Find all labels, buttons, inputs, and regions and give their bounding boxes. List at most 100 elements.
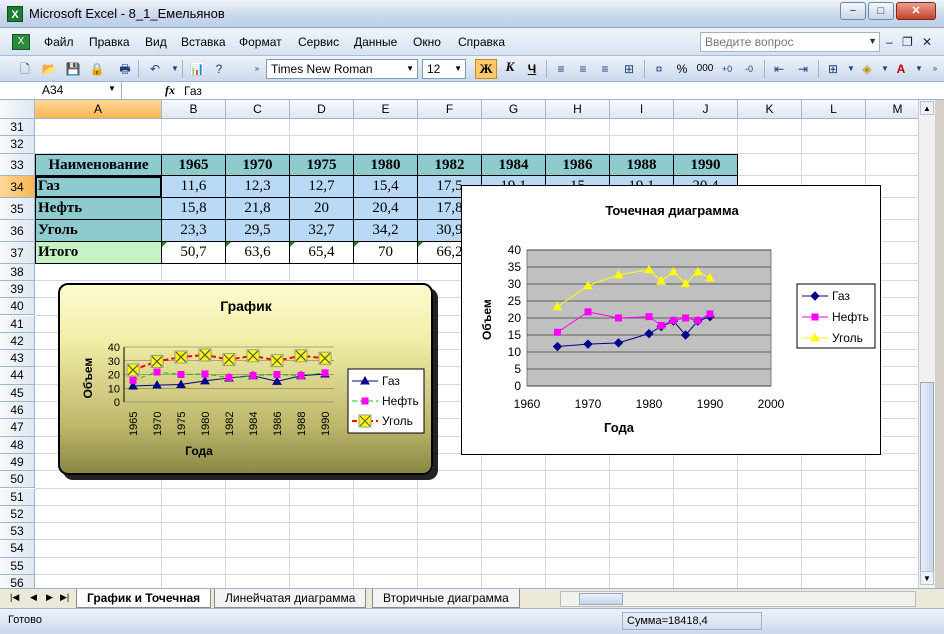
total-cell[interactable]: 70 bbox=[354, 241, 418, 264]
table-row-label[interactable]: Уголь bbox=[35, 219, 162, 242]
row-header-40[interactable]: 40 bbox=[0, 298, 35, 316]
horizontal-scroll-thumb[interactable] bbox=[579, 593, 623, 605]
name-box[interactable]: A34 bbox=[0, 82, 122, 100]
table-header-year[interactable]: 1970 bbox=[226, 153, 290, 176]
column-header-m[interactable]: M bbox=[866, 100, 918, 119]
align-right-icon[interactable]: ≡ bbox=[596, 60, 614, 78]
row-header-31[interactable]: 31 bbox=[0, 119, 35, 137]
select-all-corner[interactable] bbox=[0, 100, 35, 119]
table-cell[interactable]: 20 bbox=[290, 197, 354, 220]
underline-button[interactable]: Ч bbox=[522, 59, 542, 79]
table-header-year[interactable]: 1986 bbox=[546, 153, 610, 176]
column-header-d[interactable]: D bbox=[290, 100, 354, 119]
permission-icon[interactable]: 🔒 bbox=[88, 60, 106, 78]
open-folder-icon[interactable]: 📂 bbox=[40, 60, 58, 78]
prev-sheet-icon[interactable]: ◀ bbox=[30, 592, 37, 603]
total-cell[interactable]: 50,7 bbox=[162, 241, 226, 264]
first-sheet-icon[interactable]: |◀ bbox=[10, 592, 19, 603]
help-question-box[interactable]: ▼ bbox=[700, 32, 880, 52]
column-header-c[interactable]: C bbox=[226, 100, 290, 119]
row-header-35[interactable]: 35 bbox=[0, 197, 35, 220]
row-header-52[interactable]: 52 bbox=[0, 505, 35, 524]
toolbar-options-icon[interactable]: » bbox=[248, 60, 266, 78]
row-header-34[interactable]: 34 bbox=[0, 175, 35, 198]
column-header-i[interactable]: I bbox=[610, 100, 674, 119]
row-header-45[interactable]: 45 bbox=[0, 384, 35, 402]
increase-indent-icon[interactable]: ⇥ bbox=[794, 60, 812, 78]
align-left-icon[interactable]: ≡ bbox=[552, 60, 570, 78]
column-header-f[interactable]: F bbox=[418, 100, 482, 119]
table-cell[interactable]: 12,3 bbox=[226, 175, 290, 198]
column-header-e[interactable]: E bbox=[354, 100, 418, 119]
font-color-icon[interactable]: A bbox=[892, 60, 910, 78]
table-cell[interactable]: 34,2 bbox=[354, 219, 418, 242]
help-icon[interactable]: ? bbox=[210, 60, 228, 78]
table-cell[interactable]: 32,7 bbox=[290, 219, 354, 242]
fill-color-icon[interactable]: ◈ bbox=[858, 60, 876, 78]
table-header-year[interactable]: 1990 bbox=[674, 153, 738, 176]
font-dropdown-icon[interactable]: ▼ bbox=[406, 64, 414, 73]
row-header-37[interactable]: 37 bbox=[0, 241, 35, 264]
maximize-button[interactable]: □ bbox=[868, 2, 894, 20]
menu-insert[interactable]: Вставка bbox=[181, 35, 226, 49]
total-cell[interactable]: 63,6 bbox=[226, 241, 290, 264]
row-header-33[interactable]: 33 bbox=[0, 153, 35, 176]
name-box-dropdown-icon[interactable]: ▼ bbox=[108, 84, 116, 93]
doc-minimize-button[interactable]: ‒ bbox=[886, 35, 893, 49]
menu-window[interactable]: Окно bbox=[413, 35, 441, 49]
row-header-46[interactable]: 46 bbox=[0, 402, 35, 420]
table-cell[interactable]: 11,6 bbox=[162, 175, 226, 198]
column-header-j[interactable]: J bbox=[674, 100, 738, 119]
table-header-year[interactable]: 1988 bbox=[610, 153, 674, 176]
column-header-g[interactable]: G bbox=[482, 100, 546, 119]
table-header-name[interactable]: Наименование bbox=[35, 153, 162, 176]
table-cell[interactable]: 15,8 bbox=[162, 197, 226, 220]
table-header-year[interactable]: 1965 bbox=[162, 153, 226, 176]
font-size-select[interactable]: 12 ▼ bbox=[422, 59, 466, 79]
insert-function-icon[interactable]: fx bbox=[165, 83, 175, 98]
column-header-h[interactable]: H bbox=[546, 100, 610, 119]
sheet-tab-2[interactable]: Линейчатая диаграмма bbox=[214, 589, 367, 608]
table-cell[interactable]: 23,3 bbox=[162, 219, 226, 242]
column-header-l[interactable]: L bbox=[802, 100, 866, 119]
horizontal-scrollbar[interactable] bbox=[560, 591, 916, 607]
table-header-year[interactable]: 1975 bbox=[290, 153, 354, 176]
sheet-tab-1[interactable]: График и Точечная bbox=[76, 589, 212, 608]
menu-help[interactable]: Справка bbox=[458, 35, 505, 49]
table-cell[interactable]: 12,7 bbox=[290, 175, 354, 198]
table-row-label[interactable]: Газ bbox=[35, 175, 162, 198]
column-header-k[interactable]: K bbox=[738, 100, 802, 119]
currency-icon[interactable]: ¤ bbox=[650, 60, 668, 78]
workbook-icon[interactable]: X bbox=[12, 34, 30, 50]
doc-close-button[interactable]: ✕ bbox=[922, 35, 932, 49]
table-cell[interactable]: 29,5 bbox=[226, 219, 290, 242]
table-header-year[interactable]: 1984 bbox=[482, 153, 546, 176]
vertical-scroll-thumb[interactable] bbox=[920, 382, 934, 572]
table-cell[interactable]: 15,4 bbox=[354, 175, 418, 198]
help-question-input[interactable] bbox=[701, 33, 861, 51]
menu-file[interactable]: Файл bbox=[44, 35, 74, 49]
row-header-44[interactable]: 44 bbox=[0, 367, 35, 385]
menu-view[interactable]: Вид bbox=[145, 35, 167, 49]
decrease-decimal-icon[interactable]: -0 bbox=[740, 60, 758, 78]
thousands-button[interactable]: 000 bbox=[694, 59, 716, 79]
total-cell[interactable]: 65,4 bbox=[290, 241, 354, 264]
italic-button[interactable]: К bbox=[500, 59, 520, 79]
menu-edit[interactable]: Правка bbox=[89, 35, 130, 49]
menu-data[interactable]: Данные bbox=[354, 35, 397, 49]
toolbar-more-icon[interactable]: » bbox=[926, 60, 944, 78]
font-name-select[interactable]: Times New Roman ▼ bbox=[266, 59, 418, 79]
borders-icon[interactable]: ⊞ bbox=[824, 60, 842, 78]
row-header-51[interactable]: 51 bbox=[0, 488, 35, 506]
table-row-label[interactable]: Нефть bbox=[35, 197, 162, 220]
column-header-b[interactable]: B bbox=[162, 100, 226, 119]
row-header-39[interactable]: 39 bbox=[0, 280, 35, 299]
row-header-50[interactable]: 50 bbox=[0, 471, 35, 489]
line-chart[interactable]: График 0 10 20 30 40 1965 1970 1975 1980 1982 1984 1… bbox=[58, 283, 433, 475]
row-header-41[interactable]: 41 bbox=[0, 315, 35, 333]
doc-restore-button[interactable]: ❐ bbox=[902, 35, 913, 49]
row-header-36[interactable]: 36 bbox=[0, 219, 35, 242]
align-center-icon[interactable]: ≡ bbox=[574, 60, 592, 78]
table-header-year[interactable]: 1980 bbox=[354, 153, 418, 176]
decrease-indent-icon[interactable]: ⇤ bbox=[770, 60, 788, 78]
